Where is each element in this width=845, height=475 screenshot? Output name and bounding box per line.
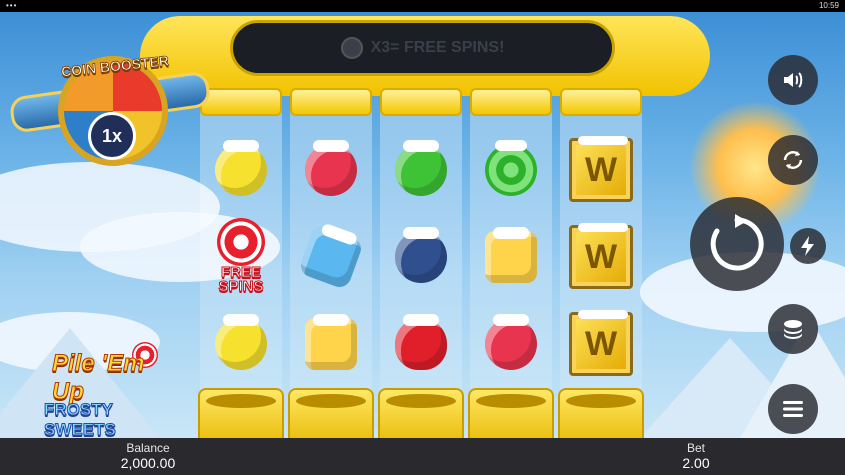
status-time: 10:59: [818, 1, 839, 10]
symbol-blue-crystal: [297, 223, 365, 291]
coin-booster-multiplier: 1x: [88, 112, 136, 160]
reel-bottom-pipe: [378, 388, 464, 438]
symbol-amber-candy: [299, 312, 363, 376]
bottom-bar: Balance 2,000.00 Bet 2.00: [0, 438, 845, 475]
free-spins-label-2: SPINS: [218, 278, 264, 295]
game-scene: X3= FREE SPINS! W FREE SPINS W W COIN BO…: [0, 12, 845, 438]
coin-booster: COIN BOOSTER 1x: [8, 34, 212, 184]
symbol-wild-crate: W: [569, 223, 633, 289]
wild-letter: W: [569, 310, 633, 376]
reel-bottom-pipe: [468, 388, 554, 438]
reel-top-cap: [380, 88, 462, 116]
bet-label: Bet: [686, 441, 705, 455]
wild-letter: W: [569, 223, 633, 289]
symbol-yellow-candy: [209, 312, 273, 376]
symbol-yellow-candy: [209, 138, 273, 202]
symbol-red-candy: [299, 138, 363, 202]
symbol-wild-crate: W: [569, 136, 633, 202]
symbol-wild-crate: W: [569, 310, 633, 376]
coin-stack-icon: [784, 320, 802, 339]
logo-subtitle: FROSTY SWEETS: [44, 400, 117, 439]
reel-bottom-pipe: [288, 388, 374, 438]
free-spins-mini-icon: [340, 37, 363, 59]
bet-value: 2.00: [682, 455, 710, 471]
speaker-icon: [784, 72, 803, 88]
reel-bottom-pipe: [198, 388, 284, 438]
symbol-green-candy: [389, 138, 453, 202]
autoplay-button[interactable]: [768, 135, 818, 185]
symbol-free-spins-scatter: FREE SPINS: [203, 218, 279, 295]
bet-button[interactable]: [768, 304, 818, 354]
menu-icon: [783, 401, 803, 417]
sound-button[interactable]: [768, 55, 818, 105]
banner-text: X3= FREE SPINS!: [370, 39, 505, 56]
balance-value: 2,000.00: [120, 455, 176, 471]
status-dots: •••: [6, 1, 18, 10]
autoplay-icon: [783, 151, 803, 169]
balance-display: Balance 2,000.00: [100, 441, 196, 471]
spin-button[interactable]: [690, 197, 784, 291]
spin-icon: [710, 214, 764, 271]
symbol-green-swirl: [479, 138, 543, 202]
symbol-red-candy: [479, 312, 543, 376]
game-logo: Pile 'Em Up FROSTY SWEETS: [40, 342, 170, 438]
logo-title: Pile 'Em Up: [52, 350, 145, 406]
reel-top-cap: [560, 88, 642, 116]
status-bar: ••• 10:59: [0, 0, 845, 12]
menu-button[interactable]: [768, 384, 818, 434]
free-spins-banner: X3= FREE SPINS!: [230, 20, 615, 76]
symbol-navy-candy: [389, 225, 453, 289]
lightning-icon: [801, 236, 814, 256]
wild-letter: W: [569, 136, 633, 202]
free-spins-swirl-icon: [217, 218, 265, 266]
symbol-amber-candy: [479, 225, 543, 289]
turbo-button[interactable]: [790, 228, 826, 264]
reel-bottom-pipe: [558, 388, 644, 438]
balance-label: Balance: [126, 441, 170, 455]
reel-top-cap: [290, 88, 372, 116]
bet-display: Bet 2.00: [666, 441, 726, 471]
symbol-strawberry: [389, 312, 453, 376]
reel-top-cap: [470, 88, 552, 116]
reel-top-cap: [200, 88, 282, 116]
